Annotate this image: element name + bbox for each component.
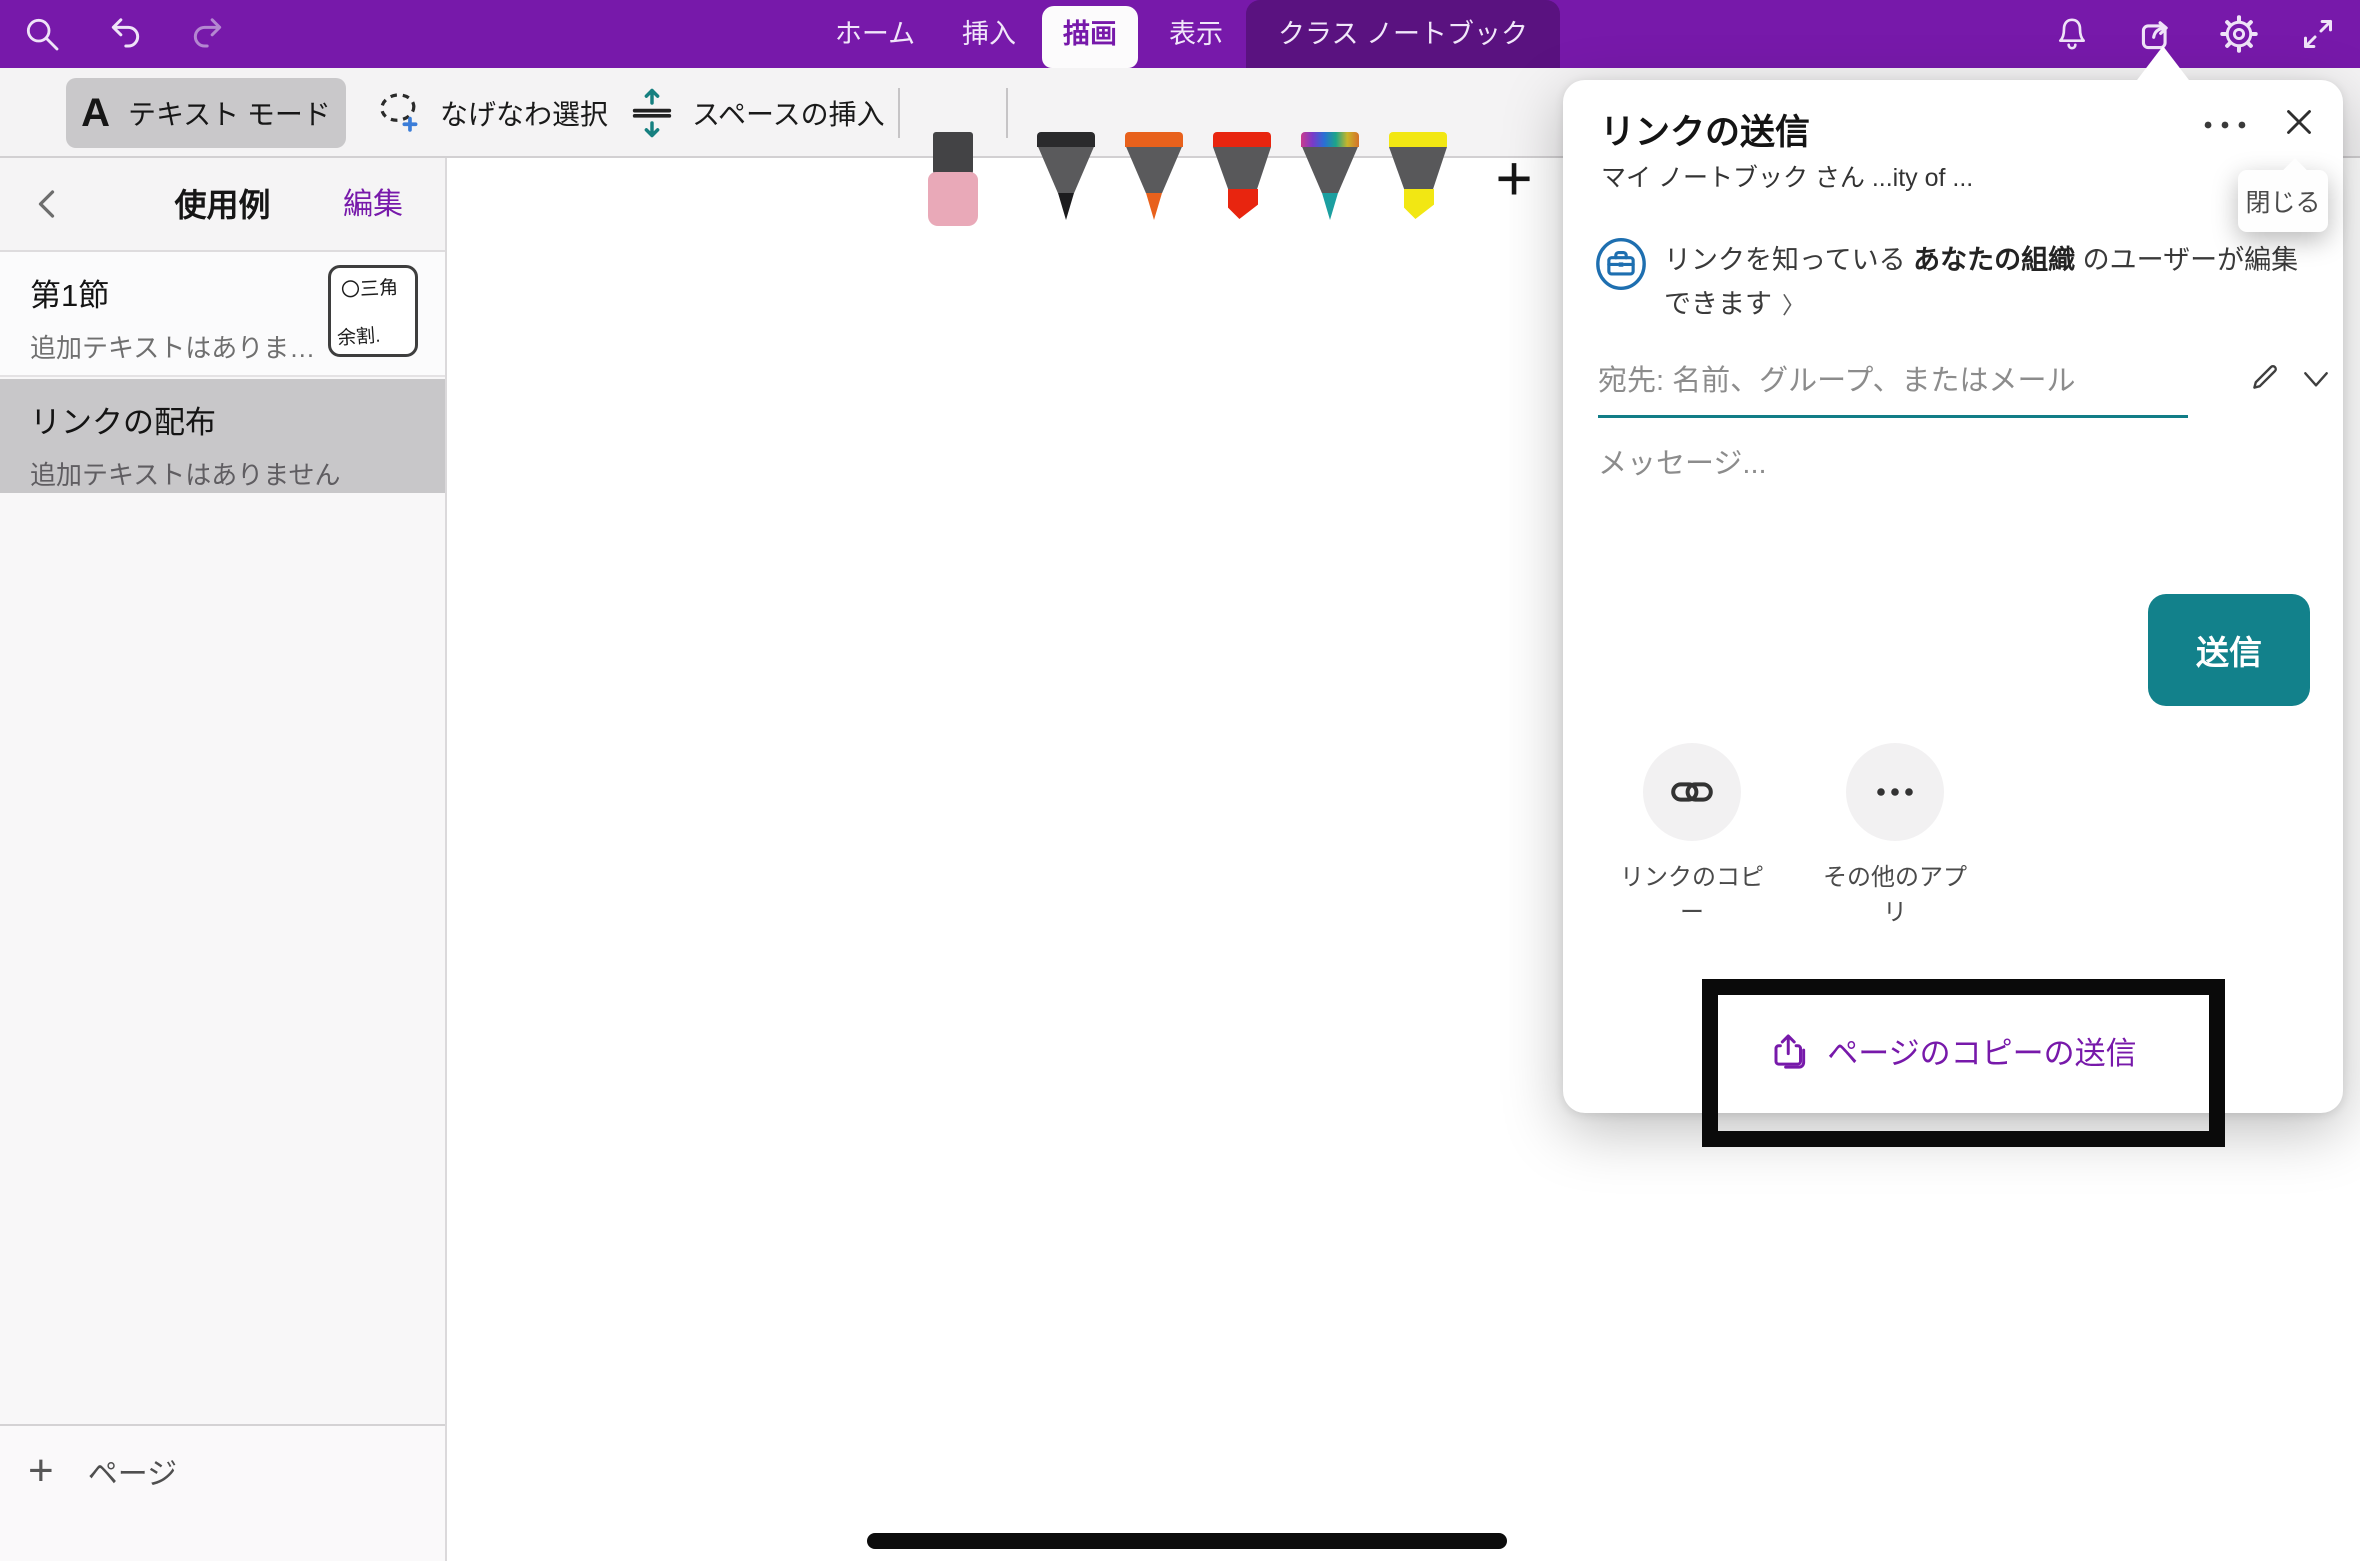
galaxy-pen[interactable] [1301, 132, 1359, 224]
add-page-label: ページ [88, 1449, 177, 1493]
galaxy-pen-tip [1322, 193, 1338, 220]
more-options-icon[interactable] [2201, 110, 2249, 140]
close-tooltip: 閉じる [2238, 170, 2328, 232]
message-input[interactable] [1598, 440, 2298, 580]
pencil-icon[interactable] [2246, 358, 2284, 396]
text-mode-icon: A [81, 91, 110, 136]
permission-prefix: リンクを知っている [1664, 245, 1913, 275]
pen-rack-divider [1006, 88, 1008, 138]
briefcase-icon [1594, 236, 1648, 292]
search-icon[interactable] [22, 14, 62, 54]
orange-pen-band [1125, 132, 1183, 147]
add-page-button[interactable]: + ページ [28, 1446, 177, 1496]
lasso-select-label: なげなわ選択 [440, 93, 608, 133]
sidebar-footer: + ページ [0, 1424, 445, 1561]
orange-pen-cone [1125, 147, 1183, 193]
page-list-sidebar: 使用例 編集 第1節 追加テキストはありま… 〇三角 余割. リンクの配布 追加… [0, 158, 447, 1561]
yellow-highlighter[interactable] [1389, 132, 1447, 224]
black-pen-band [1037, 132, 1095, 147]
recipient-row [1598, 348, 2310, 422]
close-icon[interactable] [2281, 104, 2317, 140]
close-tooltip-label: 閉じる [2245, 183, 2320, 219]
plus-icon: + [28, 1446, 54, 1496]
recipient-input[interactable] [1598, 348, 2188, 418]
ellipsis-icon [1871, 768, 1919, 816]
eraser-cap [933, 132, 973, 174]
tab-view[interactable]: 表示 [1142, 0, 1250, 68]
tab-draw[interactable]: 描画 [1042, 0, 1138, 68]
send-page-copy-button[interactable]: ページのコピーの送信 [1563, 1028, 2343, 1073]
tab-class-notebook[interactable]: クラス ノートブック [1246, 0, 1560, 68]
black-pen-tip [1058, 193, 1074, 220]
top-app-bar: ホーム 挿入 描画 表示 クラス ノートブック [0, 0, 2360, 68]
notifications-bell-icon[interactable] [2052, 14, 2092, 54]
page-list-item-selected[interactable]: リンクの配布 追加テキストはありません [0, 379, 445, 493]
more-apps-label: その他のアプリ [1815, 857, 1975, 927]
yellow-highlighter-cone [1389, 147, 1447, 189]
home-indicator-bar[interactable] [867, 1533, 1507, 1549]
lasso-select-button[interactable]: なげなわ選択 [374, 68, 608, 158]
lasso-icon [374, 87, 426, 139]
galaxy-pen-cone [1301, 147, 1359, 193]
undo-icon[interactable] [105, 14, 145, 54]
black-pen[interactable] [1037, 132, 1095, 224]
insert-space-label: スペースの挿入 [692, 93, 885, 133]
send-copy-label: ページのコピーの送信 [1827, 1028, 2136, 1073]
orange-pen-tip [1146, 193, 1162, 220]
eraser-tool[interactable] [928, 132, 978, 228]
insert-space-icon [626, 87, 678, 139]
page-title: 第1節 [30, 270, 109, 315]
page-subtitle: 追加テキストはありま… [30, 328, 315, 365]
red-marker-cone [1213, 147, 1271, 189]
more-apps-action[interactable]: その他のアプリ [1815, 743, 1975, 927]
app-screen: ホーム 挿入 描画 表示 クラス ノートブック [0, 0, 2360, 1561]
redo-icon[interactable] [188, 14, 228, 54]
yellow-highlighter-tip [1404, 189, 1434, 219]
tab-insert[interactable]: 挿入 [935, 0, 1043, 68]
text-mode-label: テキスト モード [128, 93, 331, 133]
dialog-title: リンクの送信 [1600, 104, 1810, 155]
eraser-body [928, 172, 978, 226]
red-marker[interactable] [1213, 132, 1271, 224]
black-pen-cone [1037, 147, 1095, 193]
toolbar-divider [898, 88, 900, 138]
add-pen-button[interactable]: + [1482, 146, 1546, 216]
insert-space-button[interactable]: スペースの挿入 [626, 68, 885, 158]
red-marker-tip [1228, 189, 1258, 219]
page-thumbnail: 〇三角 余割. [328, 265, 418, 357]
yellow-highlighter-band [1389, 132, 1447, 147]
permission-text: リンクを知っている あなたの組織 のユーザーが編集できます〉 [1664, 236, 2310, 327]
copy-link-circle [1643, 743, 1741, 841]
page-list-item[interactable]: 第1節 追加テキストはありま… 〇三角 余割. [0, 252, 445, 377]
send-button[interactable]: 送信 [2148, 594, 2310, 706]
copy-link-label: リンクのコピー [1612, 857, 1772, 927]
galaxy-pen-band [1301, 132, 1359, 147]
red-marker-band [1213, 132, 1271, 147]
permission-chevron-icon: 〉 [1782, 292, 1805, 318]
text-mode-button[interactable]: A テキスト モード [66, 78, 346, 148]
thumbnail-handwriting-line2: 余割. [336, 321, 381, 351]
page-subtitle: 追加テキストはありません [30, 455, 340, 492]
permission-org: あなたの組織 [1913, 245, 2083, 275]
fullscreen-expand-icon[interactable] [2298, 14, 2338, 54]
tab-home[interactable]: ホーム [820, 0, 930, 68]
send-copy-share-icon [1769, 1030, 1811, 1072]
sidebar-header: 使用例 編集 [0, 158, 445, 252]
more-apps-circle [1846, 743, 1944, 841]
link-icon [1668, 768, 1716, 816]
orange-pen[interactable] [1125, 132, 1183, 224]
chevron-down-icon[interactable] [2300, 368, 2332, 392]
copy-link-action[interactable]: リンクのコピー [1612, 743, 1772, 927]
link-permission-row[interactable]: リンクを知っている あなたの組織 のユーザーが編集できます〉 [1594, 236, 2310, 327]
page-title: リンクの配布 [30, 397, 216, 442]
send-link-dialog: リンクの送信 マイ ノートブック さん ...ity of ... [1563, 80, 2343, 1113]
edit-button[interactable]: 編集 [343, 158, 403, 252]
notebook-subtitle: マイ ノートブック さん ...ity of ... [1601, 158, 1973, 194]
dialog-callout-arrow [2134, 46, 2192, 84]
thumbnail-handwriting-line1: 〇三角 [340, 273, 398, 303]
settings-gear-icon[interactable] [2217, 12, 2261, 56]
